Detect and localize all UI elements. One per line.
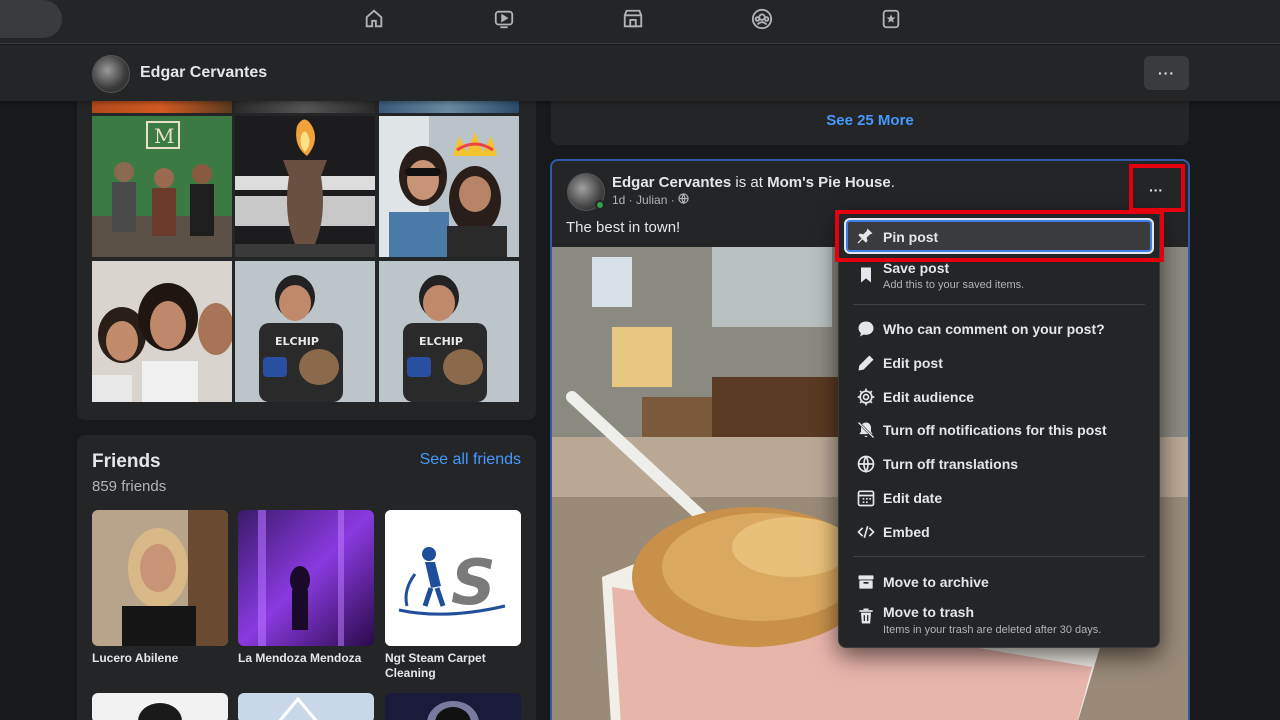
photo-thumbnail[interactable] <box>92 101 232 113</box>
friend-photo[interactable]: S <box>385 510 521 646</box>
turn-off-translations-menu-item[interactable]: Turn off translations <box>845 452 1155 476</box>
gaming-icon[interactable] <box>878 6 904 32</box>
menu-item-label: Move to trash <box>883 604 975 620</box>
post-more-button[interactable]: ··· <box>1138 175 1174 205</box>
friends-card: Friends 859 friends See all friends Luce… <box>77 435 536 720</box>
menu-divider <box>853 304 1145 305</box>
menu-item-label: Edit audience <box>883 389 975 405</box>
calendar-icon <box>853 485 879 511</box>
menu-item-label: Who can comment on your post? <box>883 321 1105 337</box>
trash-icon <box>853 603 879 629</box>
post-header: Edgar Cervantes is at Mom's Pie House. <box>612 174 895 191</box>
search-field[interactable] <box>0 0 62 38</box>
friend-name[interactable]: La Mendoza Mendoza <box>238 651 374 666</box>
menu-item-label: Turn off notifications for this post <box>883 422 1107 438</box>
photo-thumbnail[interactable] <box>92 261 232 402</box>
top-navigation <box>0 0 1280 44</box>
menu-item-subtext: Items in your trash are deleted after 30… <box>883 624 1102 636</box>
svg-text:ELCHIP: ELCHIP <box>275 335 319 348</box>
code-icon <box>853 519 879 545</box>
embed-menu-item[interactable]: Embed <box>845 520 1155 544</box>
move-to-trash-menu-item[interactable]: Move to trash Items in your trash are de… <box>845 603 1155 639</box>
comment-icon <box>853 316 879 342</box>
post-place-suffix: . <box>890 174 895 191</box>
photo-thumbnail[interactable] <box>235 101 375 113</box>
who-can-comment-menu-item[interactable]: Who can comment on your post? <box>845 317 1155 341</box>
friends-title: Friends <box>92 451 161 472</box>
post-text: The best in town! <box>566 219 681 236</box>
profile-more-button[interactable]: ··· <box>1144 56 1189 90</box>
friend-photo[interactable] <box>238 693 374 720</box>
profile-name[interactable]: Edgar Cervantes <box>140 64 267 82</box>
post-options-menu: Pin post Save post Add this to your save… <box>838 210 1160 648</box>
menu-item-label: Edit date <box>883 490 943 506</box>
pencil-icon <box>853 350 879 376</box>
archive-icon <box>853 569 879 595</box>
svg-text:ELCHIP: ELCHIP <box>419 335 463 348</box>
post-timestamp[interactable]: 1d · Julian · <box>612 193 675 207</box>
edit-audience-menu-item[interactable]: Edit audience <box>845 385 1155 409</box>
friend-photo[interactable] <box>92 510 228 646</box>
edit-post-menu-item[interactable]: Edit post <box>845 351 1155 375</box>
marketplace-icon[interactable] <box>620 6 646 32</box>
gear-icon <box>853 384 879 410</box>
profile-header-bar: Edgar Cervantes ··· <box>0 45 1280 101</box>
turn-off-notifications-menu-item[interactable]: Turn off notifications for this post <box>845 418 1155 442</box>
menu-item-subtext: Add this to your saved items. <box>883 279 1025 291</box>
pin-icon <box>852 223 878 249</box>
friend-photo[interactable] <box>238 510 374 646</box>
menu-item-label: Embed <box>883 524 930 540</box>
groups-icon[interactable] <box>749 6 775 32</box>
photo-thumbnail[interactable]: M <box>92 116 232 257</box>
globe-icon[interactable] <box>678 193 689 207</box>
friend-photo[interactable] <box>92 693 228 720</box>
menu-item-label: Save post <box>883 260 950 276</box>
post-author-name[interactable]: Edgar Cervantes <box>612 174 731 191</box>
bookmark-icon <box>853 262 879 288</box>
post-place-link[interactable]: Mom's Pie House <box>767 174 891 191</box>
online-status-dot <box>595 200 605 210</box>
bell-off-icon <box>853 417 879 443</box>
svg-text:M: M <box>154 124 174 148</box>
post-meta: 1d · Julian · <box>612 193 689 207</box>
see-all-friends-link[interactable]: See all friends <box>420 451 521 469</box>
save-post-menu-item[interactable]: Save post Add this to your saved items. <box>845 259 1155 295</box>
photo-thumbnail[interactable] <box>235 116 375 257</box>
post-is-at: is at <box>731 174 768 191</box>
friends-count: 859 friends <box>92 478 167 495</box>
see-more-button[interactable]: See 25 More <box>551 112 1189 129</box>
menu-item-label: Turn off translations <box>883 456 1019 472</box>
menu-item-label: Edit post <box>883 355 943 371</box>
edit-date-menu-item[interactable]: Edit date <box>845 486 1155 510</box>
menu-item-label: Pin post <box>883 229 939 245</box>
avatar[interactable] <box>92 55 130 93</box>
menu-divider <box>853 556 1145 557</box>
photo-thumbnail[interactable] <box>379 116 519 257</box>
photo-thumbnail[interactable]: ELCHIP <box>235 261 375 402</box>
menu-item-label: Move to archive <box>883 574 989 590</box>
friend-name[interactable]: Lucero Abilene <box>92 651 228 666</box>
watch-icon[interactable] <box>491 6 517 32</box>
friend-name[interactable]: Ngt Steam Carpet Cleaning <box>385 651 521 681</box>
photo-thumbnail[interactable] <box>379 101 519 113</box>
friend-photo[interactable] <box>385 693 521 720</box>
photo-thumbnail[interactable]: ELCHIP <box>379 261 519 402</box>
home-icon[interactable] <box>361 6 387 32</box>
pin-post-menu-item[interactable]: Pin post <box>844 218 1154 254</box>
globe-icon <box>853 451 879 477</box>
move-to-archive-menu-item[interactable]: Move to archive <box>845 570 1155 594</box>
photos-card: M ELCHIP ELCHIP <box>77 80 536 420</box>
